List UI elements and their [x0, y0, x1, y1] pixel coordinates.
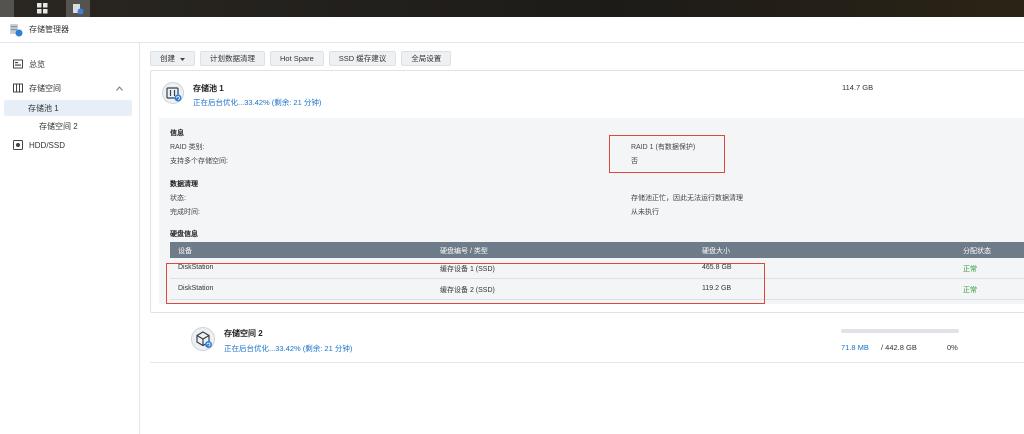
schedule-scrub-button[interactable]: 计划数据清理: [200, 51, 265, 66]
caret-down-icon: [180, 54, 185, 63]
column-header: 设备: [178, 248, 192, 255]
pool-size: 114.7 GB: [842, 83, 874, 92]
info-section-title: 信息: [170, 130, 184, 137]
hot-spare-button[interactable]: Hot Spare: [270, 51, 324, 66]
window-title: 存储管理器: [29, 25, 69, 34]
disk-table-header: 设备 硬盘编号 / 类型 硬盘大小 分配状态: [170, 242, 1024, 258]
sidebar-item-storage[interactable]: 存储空间: [13, 80, 131, 96]
sidebar-item-label: HDD/SSD: [29, 140, 66, 150]
create-button-label: 创建: [160, 54, 175, 63]
toolbar: 创建 计划数据清理 Hot Spare SSD 缓存建议 全局设置: [150, 51, 452, 66]
storage-space-icon: [191, 327, 215, 351]
sidebar-item-hdd-ssd[interactable]: HDD/SSD: [13, 137, 65, 153]
space-usage-percent: 0%: [947, 343, 958, 352]
space-usage-bar: [841, 329, 959, 333]
overview-icon: [13, 59, 23, 69]
pool-status: 正在后台优化...33.42% (剩余: 21 分钟): [193, 98, 322, 107]
table-cell-status: 正常: [963, 266, 977, 273]
column-header: 硬盘大小: [702, 248, 730, 255]
sidebar-item-label: 存储空间: [29, 83, 61, 93]
window-titlebar: 存储管理器: [0, 17, 1024, 43]
sidebar-item-label: 总览: [29, 59, 45, 69]
scrub-state-value: 存储池正忙，因此无法运行数据清理: [631, 195, 743, 202]
scrub-section-title: 数据清理: [170, 181, 198, 188]
hdd-icon: [13, 140, 23, 150]
column-header: 硬盘编号 / 类型: [440, 248, 488, 255]
chevron-up-icon[interactable]: [116, 84, 123, 93]
storage-pool-card[interactable]: 存储池 1 正在后台优化...33.42% (剩余: 21 分钟) 114.7 …: [150, 70, 1024, 313]
storage-space-card[interactable]: 存储空间 2 正在后台优化...33.42% (剩余: 21 分钟) 71.8 …: [150, 318, 1024, 363]
pool-details: 信息 RAID 类别: RAID 1 (有数据保护) 支持多个存储空间: 否 数…: [159, 118, 1024, 304]
pool-header[interactable]: 存储池 1 正在后台优化...33.42% (剩余: 21 分钟) 114.7 …: [151, 71, 1024, 117]
column-header: 分配状态: [963, 248, 991, 255]
pool-name: 存储池 1: [193, 84, 224, 93]
storage-pool-icon: [162, 82, 184, 104]
storage-manager-taskbar-icon[interactable]: [66, 0, 90, 17]
space-used: 71.8 MB: [841, 343, 869, 352]
scrub-done-value: 从未执行: [631, 209, 659, 216]
create-button[interactable]: 创建: [150, 51, 195, 66]
sidebar-item-space2[interactable]: 存储空间 2: [39, 118, 78, 134]
global-settings-button[interactable]: 全局设置: [401, 51, 452, 66]
sidebar-item-label: 存储空间 2: [39, 121, 78, 131]
sidebar-item-pool1[interactable]: 存储池 1: [4, 100, 132, 116]
space-status: 正在后台优化...33.42% (剩余: 21 分钟): [224, 344, 353, 353]
storage-icon: [13, 83, 23, 93]
scrub-state-label: 状态:: [170, 195, 186, 202]
ssd-cache-advisor-button[interactable]: SSD 缓存建议: [328, 51, 397, 66]
highlight-box-disks: [166, 263, 765, 304]
highlight-box-raid: [609, 135, 725, 173]
raid-type-label: RAID 类别:: [170, 144, 205, 151]
space-name: 存储空间 2: [224, 329, 263, 338]
taskbar-edge: [0, 0, 14, 17]
sidebar: 总览 存储空间 存储池 1 存储空间 2 HDD/SSD: [0, 43, 140, 434]
storage-manager-icon: [9, 23, 23, 37]
sidebar-item-overview[interactable]: 总览: [13, 56, 45, 72]
scrub-done-label: 完成时间:: [170, 209, 200, 216]
main-menu-icon[interactable]: [30, 0, 54, 17]
space-total: / 442.8 GB: [881, 343, 917, 352]
disk-section-title: 硬盘信息: [170, 231, 198, 238]
sidebar-item-label: 存储池 1: [28, 103, 59, 113]
multi-volume-label: 支持多个存储空间:: [170, 158, 228, 165]
taskbar: [0, 0, 1024, 17]
table-cell-status: 正常: [963, 287, 977, 294]
